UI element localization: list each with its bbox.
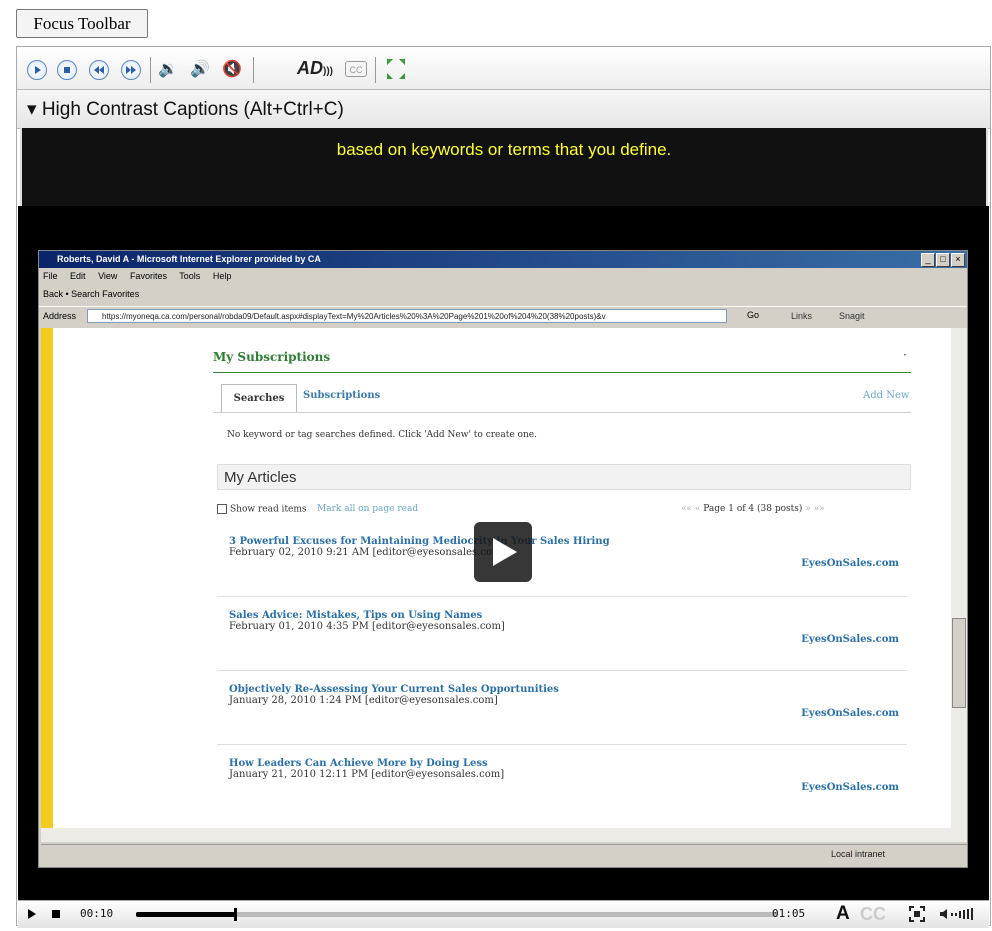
media-toolbar: 🔉 🔊 🔇 AD))) CC xyxy=(17,47,990,90)
seek-progress xyxy=(136,912,235,917)
article-title: 3 Powerful Excuses for Maintaining Medio… xyxy=(229,536,610,547)
article-date: February 02, 2010 9:21 AM [editor@eyeson… xyxy=(229,547,506,558)
browser-horizontal-scrollbar xyxy=(41,828,967,842)
menu-tools: Tools xyxy=(179,271,201,281)
menu-edit: Edit xyxy=(70,271,86,281)
divider xyxy=(217,670,907,671)
focus-toolbar-button[interactable]: Focus Toolbar xyxy=(16,9,148,38)
snagit-label: Snagit xyxy=(839,311,865,321)
total-time: 01:05 xyxy=(772,907,806,920)
list-item: How Leaders Can Achieve More by Doing Le… xyxy=(229,758,899,793)
volume-down-icon[interactable]: 🔉 xyxy=(157,60,179,80)
fast-forward-icon[interactable] xyxy=(121,60,141,80)
checkbox-icon xyxy=(217,504,227,514)
caption-text: based on keywords or terms that you defi… xyxy=(336,140,672,159)
tab-subscriptions: Subscriptions xyxy=(303,390,381,401)
play-icon[interactable] xyxy=(27,60,47,80)
seek-slider[interactable] xyxy=(136,908,778,921)
maximize-icon: □ xyxy=(936,253,950,267)
article-source: EyesOnSales.com xyxy=(801,708,899,719)
browser-status-bar: Local intranet xyxy=(41,844,967,865)
menu-favorites: Favorites xyxy=(129,271,167,281)
article-source: EyesOnSales.com xyxy=(801,634,899,645)
sidebar-strip xyxy=(41,328,53,828)
tab-searches: Searches xyxy=(221,384,297,412)
scroll-thumb xyxy=(952,618,966,708)
play-button[interactable] xyxy=(24,906,40,922)
list-item: Objectively Re-Assessing Your Current Sa… xyxy=(229,684,899,719)
pager-next: » »» xyxy=(805,504,825,514)
stop-icon[interactable] xyxy=(57,60,77,80)
links-label: Links xyxy=(791,311,813,321)
stop-button[interactable] xyxy=(48,906,64,922)
audio-description-icon[interactable]: AD))) xyxy=(297,58,333,79)
mute-icon[interactable]: 🔇 xyxy=(221,60,243,80)
rewind-icon[interactable] xyxy=(89,60,109,80)
divider xyxy=(217,596,907,597)
list-item: 3 Powerful Excuses for Maintaining Medio… xyxy=(229,536,899,569)
article-date: January 21, 2010 12:11 PM [editor@eyeson… xyxy=(229,769,505,780)
list-item: Sales Advice: Mistakes, Tips on Using Na… xyxy=(229,610,899,645)
fullscreen-icon[interactable] xyxy=(908,905,926,923)
browser-title: Roberts, David A - Microsoft Internet Ex… xyxy=(57,254,321,264)
pager: «« « Page 1 of 4 (38 posts) » »» xyxy=(681,504,825,514)
address-field: https://myoneqa.ca.com/personal/robda09/… xyxy=(87,309,727,323)
close-icon: × xyxy=(951,253,965,267)
minimize-icon: _ xyxy=(921,253,935,267)
toolbar-divider xyxy=(150,57,151,83)
volume-up-icon[interactable]: 🔊 xyxy=(189,60,211,80)
subscriptions-menu-dot: · xyxy=(903,348,907,362)
resize-icon[interactable] xyxy=(385,57,407,81)
caption-size-button[interactable]: A xyxy=(836,903,850,925)
captions-panel: based on keywords or terms that you defi… xyxy=(20,128,988,206)
browser-toolbar: Back • Search Favorites xyxy=(43,289,140,299)
article-title: Sales Advice: Mistakes, Tips on Using Na… xyxy=(229,610,483,621)
video-play-button[interactable] xyxy=(474,522,532,582)
menu-file: File xyxy=(43,271,58,281)
go-button: Go xyxy=(747,310,760,320)
browser-title-bar: Roberts, David A - Microsoft Internet Ex… xyxy=(39,251,967,268)
seek-handle[interactable] xyxy=(233,908,237,921)
volume-icon[interactable] xyxy=(938,905,978,923)
divider xyxy=(213,372,911,373)
articles-title: My Articles xyxy=(217,464,911,490)
article-source: EyesOnSales.com xyxy=(801,558,899,569)
play-icon xyxy=(493,538,517,566)
captions-header-label: ▾ High Contrast Captions (Alt+Ctrl+C) xyxy=(27,99,344,120)
mark-all-read-link: Mark all on page read xyxy=(317,504,419,514)
article-title: How Leaders Can Achieve More by Doing Le… xyxy=(229,758,488,769)
captions-toggle-button[interactable]: CC xyxy=(860,904,886,925)
menu-help: Help xyxy=(212,271,232,281)
browser-menu-bar: File Edit View Favorites Tools Help xyxy=(43,271,241,281)
article-date: January 28, 2010 1:24 PM [editor@eyesons… xyxy=(229,695,498,706)
show-read-items: Show read items xyxy=(217,504,307,515)
article-source: EyesOnSales.com xyxy=(801,782,899,793)
divider xyxy=(213,412,911,413)
elapsed-time: 00:10 xyxy=(80,907,114,920)
captions-header[interactable]: ▾ High Contrast Captions (Alt+Ctrl+C) xyxy=(17,90,990,129)
toolbar-divider xyxy=(375,57,376,83)
no-keyword-message: No keyword or tag searches defined. Clic… xyxy=(227,430,537,440)
menu-view: View xyxy=(98,271,118,281)
article-date: February 01, 2010 4:35 PM [editor@eyeson… xyxy=(229,621,505,632)
add-new-link: Add New xyxy=(863,390,910,401)
divider xyxy=(217,744,907,745)
pager-prev: «« « xyxy=(681,504,701,514)
browser-vertical-scrollbar xyxy=(951,328,967,828)
player-control-bar: 00:10 01:05 A CC xyxy=(18,900,989,928)
article-title: Objectively Re-Assessing Your Current Sa… xyxy=(229,684,559,695)
subscriptions-title: My Subscriptions xyxy=(213,350,331,364)
address-label: Address xyxy=(43,311,77,321)
address-bar: Address https://myoneqa.ca.com/personal/… xyxy=(39,306,967,327)
status-zone: Local intranet xyxy=(831,849,886,859)
show-read-label: Show read items xyxy=(230,504,307,515)
closed-captions-icon[interactable]: CC xyxy=(345,61,367,77)
pager-text: Page 1 of 4 (38 posts) xyxy=(703,504,803,514)
toolbar-divider xyxy=(253,57,254,83)
